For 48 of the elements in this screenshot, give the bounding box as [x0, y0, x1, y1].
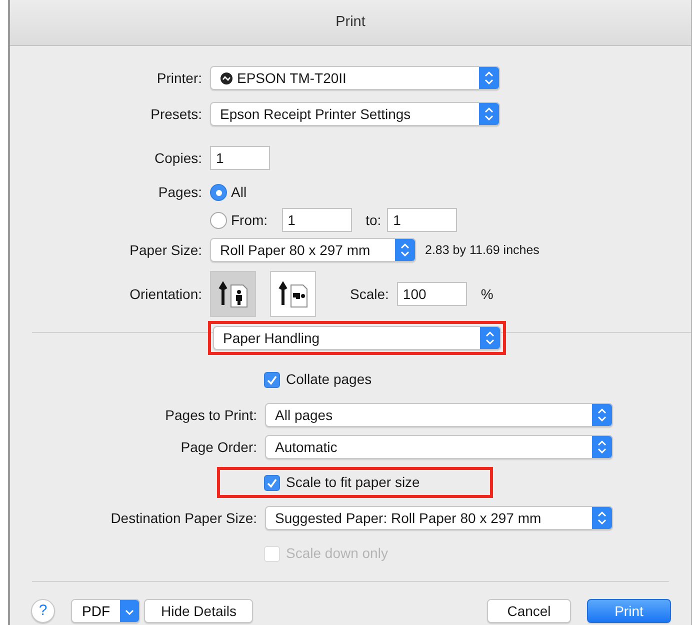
help-button[interactable]: ?	[31, 599, 55, 623]
checkbox-label: Scale to fit paper size	[286, 473, 420, 492]
field-label: Presets:	[150, 104, 203, 124]
stepper-icon	[479, 67, 499, 89]
field-label: Orientation:	[128, 284, 203, 304]
settings-select[interactable]: All pages	[265, 403, 613, 427]
stepper-icon	[592, 507, 612, 529]
from-field[interactable]: 1	[282, 208, 352, 232]
landscape-button[interactable]	[270, 271, 316, 317]
field-label: Scale:	[350, 284, 389, 304]
stepper-icon	[480, 327, 500, 349]
field-label: Copies:	[154, 148, 203, 168]
hide-details-button[interactable]: Hide Details	[144, 599, 254, 623]
radio-button[interactable]	[210, 212, 227, 228]
radio-button[interactable]	[210, 184, 227, 201]
copies-field[interactable]: 1	[210, 146, 270, 170]
field-label: Pages to Print:	[164, 406, 258, 425]
presets-select[interactable]: Epson Receipt Printer Settings	[210, 102, 500, 126]
checkbox[interactable]	[264, 372, 280, 388]
paper-size-select[interactable]: Roll Paper 80 x 297 mm	[210, 238, 416, 262]
scale-unit: %	[480, 284, 494, 304]
scale-field[interactable]: 100	[396, 282, 467, 306]
settings-select[interactable]: Automatic	[265, 435, 613, 459]
paper-dimensions: 2.83 by 11.69 inches	[425, 242, 540, 259]
portrait-button[interactable]	[210, 271, 256, 317]
stepper-icon	[592, 404, 612, 426]
caret-icon	[120, 600, 139, 622]
field-label: Pages:	[157, 183, 203, 202]
field-label: Destination Paper Size:	[110, 508, 258, 528]
field-label: Page Order:	[180, 438, 258, 457]
cancel-button[interactable]: Cancel	[487, 599, 571, 623]
stepper-icon	[479, 103, 499, 125]
radio-label: All	[231, 183, 247, 202]
settings-select[interactable]: Suggested Paper: Roll Paper 80 x 297 mm	[265, 506, 613, 530]
to-field[interactable]: 1	[387, 208, 458, 232]
checkbox-label: Collate pages	[286, 370, 372, 389]
printer-select[interactable]: EPSON TM-T20II	[210, 66, 500, 90]
section-menu-select[interactable]: Paper Handling	[213, 326, 501, 350]
field-label: to:	[366, 210, 382, 230]
radio-label: From:	[231, 210, 268, 230]
window-title: Print	[336, 12, 366, 32]
printer-status-icon	[220, 72, 233, 84]
stepper-icon	[592, 436, 612, 458]
pdf-button[interactable]: PDF	[71, 599, 140, 623]
checkbox[interactable]	[264, 474, 280, 490]
field-label: Printer:	[156, 68, 203, 88]
stepper-icon	[395, 239, 415, 261]
field-label: Paper Size:	[128, 240, 203, 260]
